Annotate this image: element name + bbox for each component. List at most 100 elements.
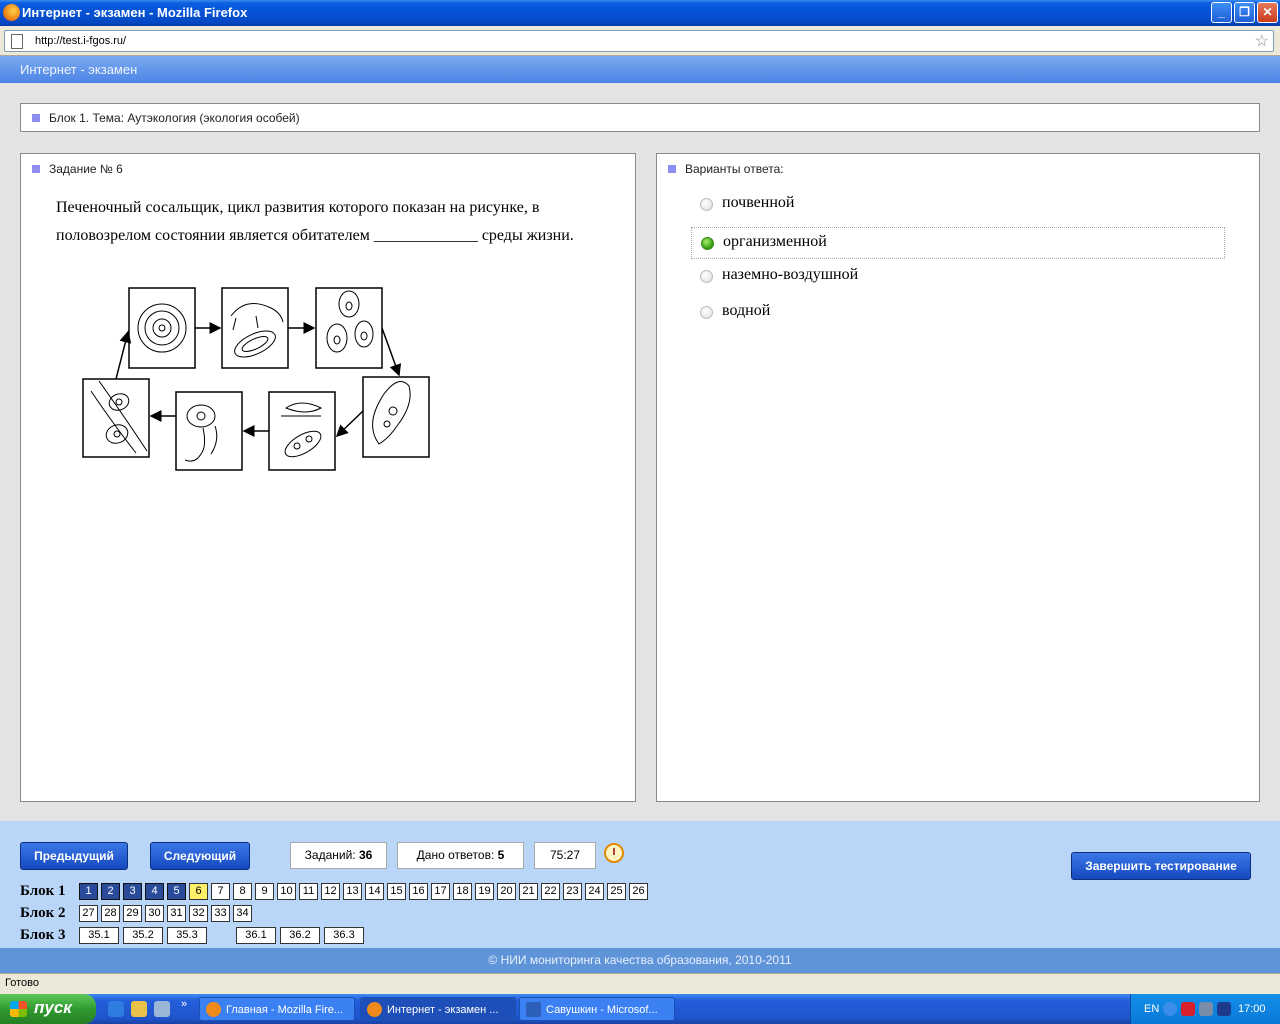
tray-icon[interactable] bbox=[1217, 1002, 1231, 1016]
question-nav-button[interactable]: 36.1 bbox=[236, 927, 276, 944]
quicklaunch-icon[interactable] bbox=[154, 1001, 170, 1017]
block-label: Блок 2 bbox=[20, 905, 66, 921]
radio-button[interactable] bbox=[700, 198, 713, 211]
question-nav-button[interactable]: 28 bbox=[101, 905, 120, 922]
copyright-footer: © НИИ мониторинга качества образования, … bbox=[0, 948, 1280, 973]
answer-text: почвенной bbox=[722, 194, 795, 211]
answer-option[interactable]: водной bbox=[691, 297, 1225, 329]
firefox-icon bbox=[367, 1002, 382, 1017]
question-nav-button[interactable]: 7 bbox=[211, 883, 230, 900]
question-nav-button[interactable]: 24 bbox=[585, 883, 604, 900]
block-label: Блок 3 bbox=[20, 927, 66, 943]
question-nav-button[interactable]: 9 bbox=[255, 883, 274, 900]
status-text: Готово bbox=[5, 977, 39, 989]
tray-arrow-icon[interactable] bbox=[1163, 1002, 1177, 1016]
question-nav-button[interactable]: 2 bbox=[101, 883, 120, 900]
bullet-icon bbox=[668, 165, 676, 173]
question-nav-button[interactable]: 19 bbox=[475, 883, 494, 900]
start-button[interactable]: пуск bbox=[0, 994, 96, 1024]
question-nav-button[interactable]: 12 bbox=[321, 883, 340, 900]
app-title: Интернет - экзамен bbox=[20, 62, 138, 77]
status-bar: Готово bbox=[0, 973, 1280, 994]
question-nav-button[interactable]: 14 bbox=[365, 883, 384, 900]
question-nav-button[interactable]: 13 bbox=[343, 883, 362, 900]
network-icon[interactable] bbox=[1199, 1002, 1213, 1016]
question-nav-button[interactable]: 18 bbox=[453, 883, 472, 900]
firefox-icon bbox=[206, 1002, 221, 1017]
bookmark-star-icon[interactable]: ☆ bbox=[1255, 31, 1269, 51]
question-nav-button[interactable]: 11 bbox=[299, 883, 318, 900]
timer: 75:27 bbox=[534, 842, 596, 869]
question-nav-button[interactable]: 27 bbox=[79, 905, 98, 922]
antivirus-icon[interactable] bbox=[1181, 1002, 1195, 1016]
question-nav-button[interactable]: 25 bbox=[607, 883, 626, 900]
question-nav-button[interactable]: 32 bbox=[189, 905, 208, 922]
bottom-controls: Предыдущий Следующий Заданий: 36 Дано от… bbox=[0, 821, 1280, 948]
system-tray: EN 17:00 bbox=[1130, 994, 1280, 1024]
navigation-bar: http://test.i-fgos.ru/ ☆ bbox=[0, 26, 1280, 56]
ie-icon[interactable] bbox=[108, 1001, 124, 1017]
finish-test-button[interactable]: Завершить тестирование bbox=[1071, 852, 1251, 880]
url-text: http://test.i-fgos.ru/ bbox=[35, 35, 127, 47]
page-icon bbox=[11, 34, 23, 49]
block-header-text: Блок 1. Тема: Аутэкология (экология особ… bbox=[49, 111, 300, 125]
taskbar-item-active[interactable]: Интернет - экзамен ... bbox=[360, 997, 516, 1021]
maximize-button[interactable]: ❐ bbox=[1234, 2, 1255, 23]
question-nav-button[interactable]: 20 bbox=[497, 883, 516, 900]
question-nav-button[interactable]: 36.3 bbox=[324, 927, 364, 944]
question-nav-button[interactable]: 16 bbox=[409, 883, 428, 900]
prev-button[interactable]: Предыдущий bbox=[20, 842, 128, 870]
window-title: Интернет - экзамен - Mozilla Firefox bbox=[22, 5, 248, 20]
question-nav-button[interactable]: 8 bbox=[233, 883, 252, 900]
question-nav-button[interactable]: 21 bbox=[519, 883, 538, 900]
answer-option[interactable]: наземно-воздушной bbox=[691, 261, 1225, 293]
radio-button[interactable] bbox=[700, 270, 713, 283]
minimize-button[interactable]: _ bbox=[1211, 2, 1232, 23]
question-nav-button[interactable]: 15 bbox=[387, 883, 406, 900]
question-nav-button[interactable]: 3 bbox=[123, 883, 142, 900]
more-icon[interactable]: » bbox=[181, 998, 187, 1010]
question-nav-button[interactable]: 35.3 bbox=[167, 927, 207, 944]
question-nav-button[interactable]: 4 bbox=[145, 883, 164, 900]
question-nav-button[interactable]: 6 bbox=[189, 883, 208, 900]
question-nav-button[interactable]: 34 bbox=[233, 905, 252, 922]
question-nav-button[interactable]: 29 bbox=[123, 905, 142, 922]
question-nav-button[interactable]: 33 bbox=[211, 905, 230, 922]
block-label: Блок 1 bbox=[20, 883, 66, 899]
app-header: Интернет - экзамен bbox=[0, 56, 1280, 83]
question-nav-button[interactable]: 22 bbox=[541, 883, 560, 900]
windows-logo-icon bbox=[10, 1001, 27, 1017]
window-titlebar: Интернет - экзамен - Mozilla Firefox _ ❐… bbox=[0, 0, 1280, 26]
question-nav-button[interactable]: 1 bbox=[79, 883, 98, 900]
question-nav-button[interactable]: 35.1 bbox=[79, 927, 119, 944]
question-nav-button[interactable]: 17 bbox=[431, 883, 450, 900]
taskbar-item[interactable]: Савушкин - Microsof... bbox=[519, 997, 675, 1021]
question-nav-button[interactable]: 36.2 bbox=[280, 927, 320, 944]
next-button[interactable]: Следующий bbox=[150, 842, 250, 870]
radio-button-selected[interactable] bbox=[701, 237, 714, 250]
question-nav-button[interactable]: 30 bbox=[145, 905, 164, 922]
question-nav-button[interactable]: 10 bbox=[277, 883, 296, 900]
bullet-icon bbox=[32, 165, 40, 173]
answer-text: водной bbox=[722, 302, 771, 319]
language-indicator[interactable]: EN bbox=[1144, 1003, 1159, 1015]
answer-option[interactable]: почвенной bbox=[691, 189, 1225, 221]
block-row: Блок 3 35.1 35.2 35.3 36.1 36.2 36.3 bbox=[20, 926, 720, 946]
answered-label: Дано ответов: bbox=[416, 848, 495, 862]
address-bar[interactable]: http://test.i-fgos.ru/ ☆ bbox=[4, 30, 1274, 52]
question-nav-button[interactable]: 31 bbox=[167, 905, 186, 922]
question-nav-button[interactable]: 26 bbox=[629, 883, 648, 900]
quicklaunch-icon[interactable] bbox=[131, 1001, 147, 1017]
question-nav-button[interactable]: 5 bbox=[167, 883, 186, 900]
question-nav-button[interactable]: 35.2 bbox=[123, 927, 163, 944]
word-icon bbox=[526, 1002, 541, 1017]
task-panel: Задание № 6 Печеночный сосальщик, цикл р… bbox=[20, 153, 636, 802]
answers-panel: Варианты ответа: почвенной организменной… bbox=[656, 153, 1260, 802]
block-row: Блок 1 1 2 3 4 5 6 7 8 9 10 11 12 13 14 15 16 17 18 19 20 21 2… bbox=[20, 882, 720, 902]
question-nav-button[interactable]: 23 bbox=[563, 883, 582, 900]
taskbar-item[interactable]: Главная - Mozilla Fire... bbox=[199, 997, 355, 1021]
close-button[interactable]: ✕ bbox=[1257, 2, 1278, 23]
block-row: Блок 2 27 28 29 30 31 32 33 34 bbox=[20, 904, 720, 924]
answer-option-selected[interactable]: организменной bbox=[691, 227, 1225, 259]
radio-button[interactable] bbox=[700, 306, 713, 319]
